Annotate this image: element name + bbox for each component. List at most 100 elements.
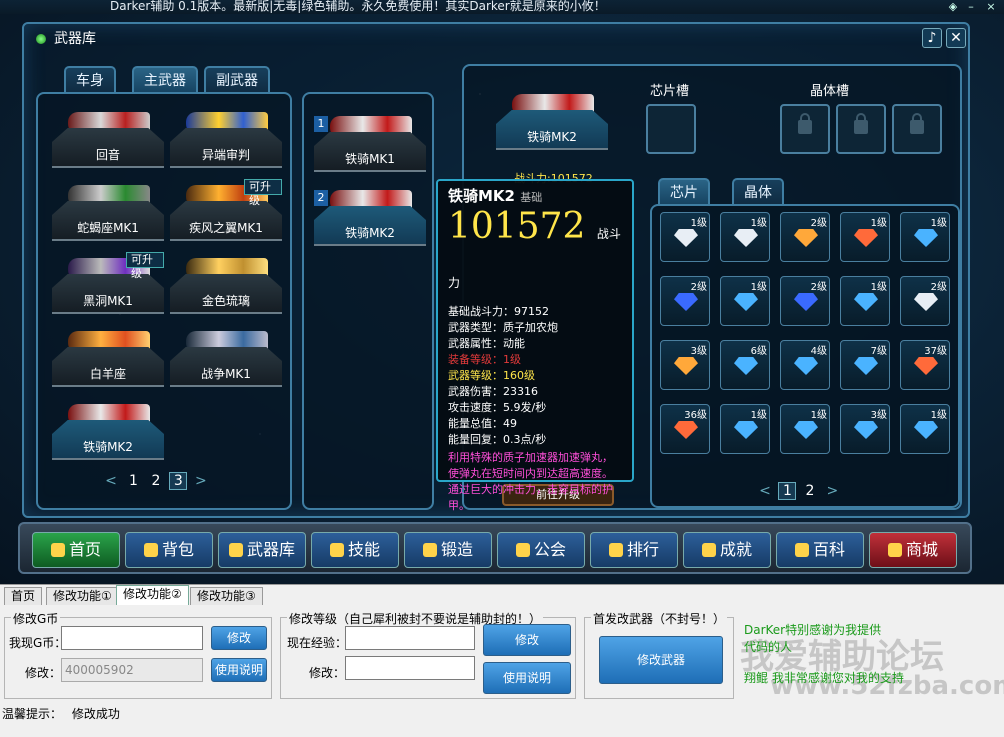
nav-backpack-button[interactable]: 背包 xyxy=(125,532,213,568)
weapon-card[interactable]: 战争MK1 xyxy=(170,331,282,389)
nav-ranking-button[interactable]: 排行 xyxy=(590,532,678,568)
chip-item[interactable]: 1级 xyxy=(840,212,890,262)
chip-item[interactable]: 2级 xyxy=(660,276,710,326)
chip-page-1-button[interactable]: 1 xyxy=(778,482,797,500)
chip-gem-icon xyxy=(854,229,878,247)
page-2-button[interactable]: 2 xyxy=(147,473,165,489)
weapon-card[interactable]: 疾风之翼MK1 可升级 xyxy=(170,179,282,243)
chip-level: 7级 xyxy=(870,346,887,357)
chip-next-page-button[interactable]: > xyxy=(823,483,841,499)
chip-item[interactable]: 1级 xyxy=(720,212,770,262)
close-window-icon[interactable]: × xyxy=(982,0,1000,14)
guild-icon xyxy=(515,543,530,557)
weapon-card[interactable]: 回音 xyxy=(52,112,164,170)
tooltip-description: 利用特殊的质子加速器加速弹丸，使弹丸在短时间内到达超高速度。通过巨大的冲击力，击… xyxy=(448,451,613,512)
chip-item[interactable]: 1级 xyxy=(900,212,950,262)
tab-body[interactable]: 车身 xyxy=(64,66,116,94)
chip-item[interactable]: 2级 xyxy=(780,212,830,262)
modify-g-coin-field[interactable]: 400005902 xyxy=(61,658,203,682)
chip-level: 1级 xyxy=(870,282,887,293)
tool-tab-0[interactable]: 首页 xyxy=(4,587,43,605)
nav-guild-button[interactable]: 公会 xyxy=(497,532,585,568)
nav-skills-button[interactable]: 技能 xyxy=(311,532,399,568)
tab-chip[interactable]: 芯片 xyxy=(658,178,710,206)
chip-item[interactable]: 6级 xyxy=(720,340,770,390)
chip-item[interactable]: 3级 xyxy=(660,340,710,390)
chip-level: 37级 xyxy=(924,346,947,357)
page-1-button[interactable]: 1 xyxy=(124,473,142,489)
chip-item[interactable]: 1级 xyxy=(900,404,950,454)
weapon-card[interactable]: 金色琉璃 xyxy=(170,258,282,316)
chip-item[interactable]: 37级 xyxy=(900,340,950,390)
thanks-note-1: DarKer特别感谢为我提供代码的人 xyxy=(744,623,882,654)
upgradable-badge: 可升级 xyxy=(244,179,282,207)
chip-item[interactable]: 2级 xyxy=(780,276,830,326)
modify-g-coin-button[interactable]: 修改 xyxy=(211,626,267,650)
chip-gem-icon xyxy=(674,229,698,247)
current-exp-field[interactable] xyxy=(345,626,475,650)
minimize-icon[interactable]: – xyxy=(962,0,980,14)
chip-level: 6级 xyxy=(750,346,767,357)
chip-item[interactable]: 1级 xyxy=(840,276,890,326)
title-text: Darker辅助 0.1版本。最新版|无毒|绿色辅助。永久免费使用！其实Dark… xyxy=(110,0,606,13)
tool-tab-2[interactable]: 修改功能② xyxy=(116,585,189,605)
weapon-card[interactable]: 蛇蝎座MK1 xyxy=(52,185,164,243)
chip-level: 4级 xyxy=(810,346,827,357)
chip-item[interactable]: 3级 xyxy=(840,404,890,454)
window-title: 武器库 xyxy=(32,28,96,50)
weapon-card[interactable]: 黑洞MK1 可升级 xyxy=(52,252,164,316)
lock-icon xyxy=(798,113,812,134)
weapon-card[interactable]: 白羊座 xyxy=(52,331,164,389)
modify-weapon-button[interactable]: 修改武器 xyxy=(599,636,723,684)
nav-achievement-button[interactable]: 成就 xyxy=(683,532,771,568)
current-g-coin-field[interactable] xyxy=(61,626,203,650)
equipped-slot-2[interactable]: 铁骑MK2 2 xyxy=(314,190,426,248)
next-page-button[interactable]: > xyxy=(192,473,210,489)
level-help-button[interactable]: 使用说明 xyxy=(483,662,571,694)
tooltip-stat-line: 能量回复：0.3点/秒 xyxy=(448,433,547,446)
tab-secondary-weapon[interactable]: 副武器 xyxy=(204,66,270,94)
chip-item[interactable]: 1级 xyxy=(660,212,710,262)
modify-exp-field[interactable] xyxy=(345,656,475,680)
tool-tab-1[interactable]: 修改功能① xyxy=(46,587,119,605)
nav-forge-button[interactable]: 锻造 xyxy=(404,532,492,568)
chip-item[interactable]: 2级 xyxy=(900,276,950,326)
chip-prev-page-button[interactable]: < xyxy=(756,483,774,499)
tool-tab-3[interactable]: 修改功能③ xyxy=(190,587,263,605)
chip-page-2-button[interactable]: 2 xyxy=(801,483,819,499)
chip-level: 1级 xyxy=(750,410,767,421)
chip-level: 2级 xyxy=(930,282,947,293)
chip-item[interactable]: 1级 xyxy=(780,404,830,454)
close-icon[interactable]: ✕ xyxy=(946,28,966,48)
weapon-card[interactable]: 铁骑MK2 xyxy=(52,404,164,462)
chip-item[interactable]: 7级 xyxy=(840,340,890,390)
equipped-slot-1[interactable]: 铁骑MK1 1 xyxy=(314,116,426,174)
nav-shop-button[interactable]: 商城 xyxy=(869,532,957,568)
weapon-tooltip: 铁骑MK2 基础 101572 战斗力 基础战斗力：97152 武器类型：质子加农… xyxy=(436,179,634,512)
weapon-card[interactable]: 异端审判 xyxy=(170,112,282,170)
nav-wiki-button[interactable]: 百科 xyxy=(776,532,864,568)
chip-item[interactable]: 4级 xyxy=(780,340,830,390)
modify-level-button[interactable]: 修改 xyxy=(483,624,571,656)
chip-item[interactable]: 1级 xyxy=(720,404,770,454)
sound-icon[interactable]: ♪ xyxy=(922,28,942,48)
page-3-button[interactable]: 3 xyxy=(169,472,188,490)
chip-item[interactable]: 1级 xyxy=(720,276,770,326)
weapon-list-panel: 回音 异端审判 蛇蝎座MK1 疾风之翼MK1 可升级 黑洞MK1 可升级 金色琉璃 白羊座 战争M… xyxy=(36,92,292,510)
tab-primary-weapon[interactable]: 主武器 xyxy=(132,66,198,94)
g-coin-help-button[interactable]: 使用说明 xyxy=(211,658,267,682)
chip-item[interactable]: 36级 xyxy=(660,404,710,454)
chip-slot[interactable] xyxy=(646,104,696,154)
crystal-slot-title: 晶体槽 xyxy=(810,84,850,99)
weapon-name: 铁骑MK2 xyxy=(83,440,133,454)
prev-page-button[interactable]: < xyxy=(102,473,120,489)
status-bar: 温馨提示： 修改成功 xyxy=(2,707,120,721)
chip-gem-icon xyxy=(854,421,878,439)
nav-home-button[interactable]: 首页 xyxy=(32,532,120,568)
app-icon[interactable]: ◈ xyxy=(944,0,962,14)
thanks-note-2: 翔鲲 我非常感谢您对我的支持 xyxy=(744,671,904,685)
title-bar: Darker辅助 0.1版本。最新版|无毒|绿色辅助。永久免费使用！其实Dark… xyxy=(0,0,1004,14)
nav-arsenal-button[interactable]: 武器库 xyxy=(218,532,306,568)
weapon-pager: < 1 2 3 > xyxy=(102,472,210,490)
tab-crystal[interactable]: 晶体 xyxy=(732,178,784,206)
